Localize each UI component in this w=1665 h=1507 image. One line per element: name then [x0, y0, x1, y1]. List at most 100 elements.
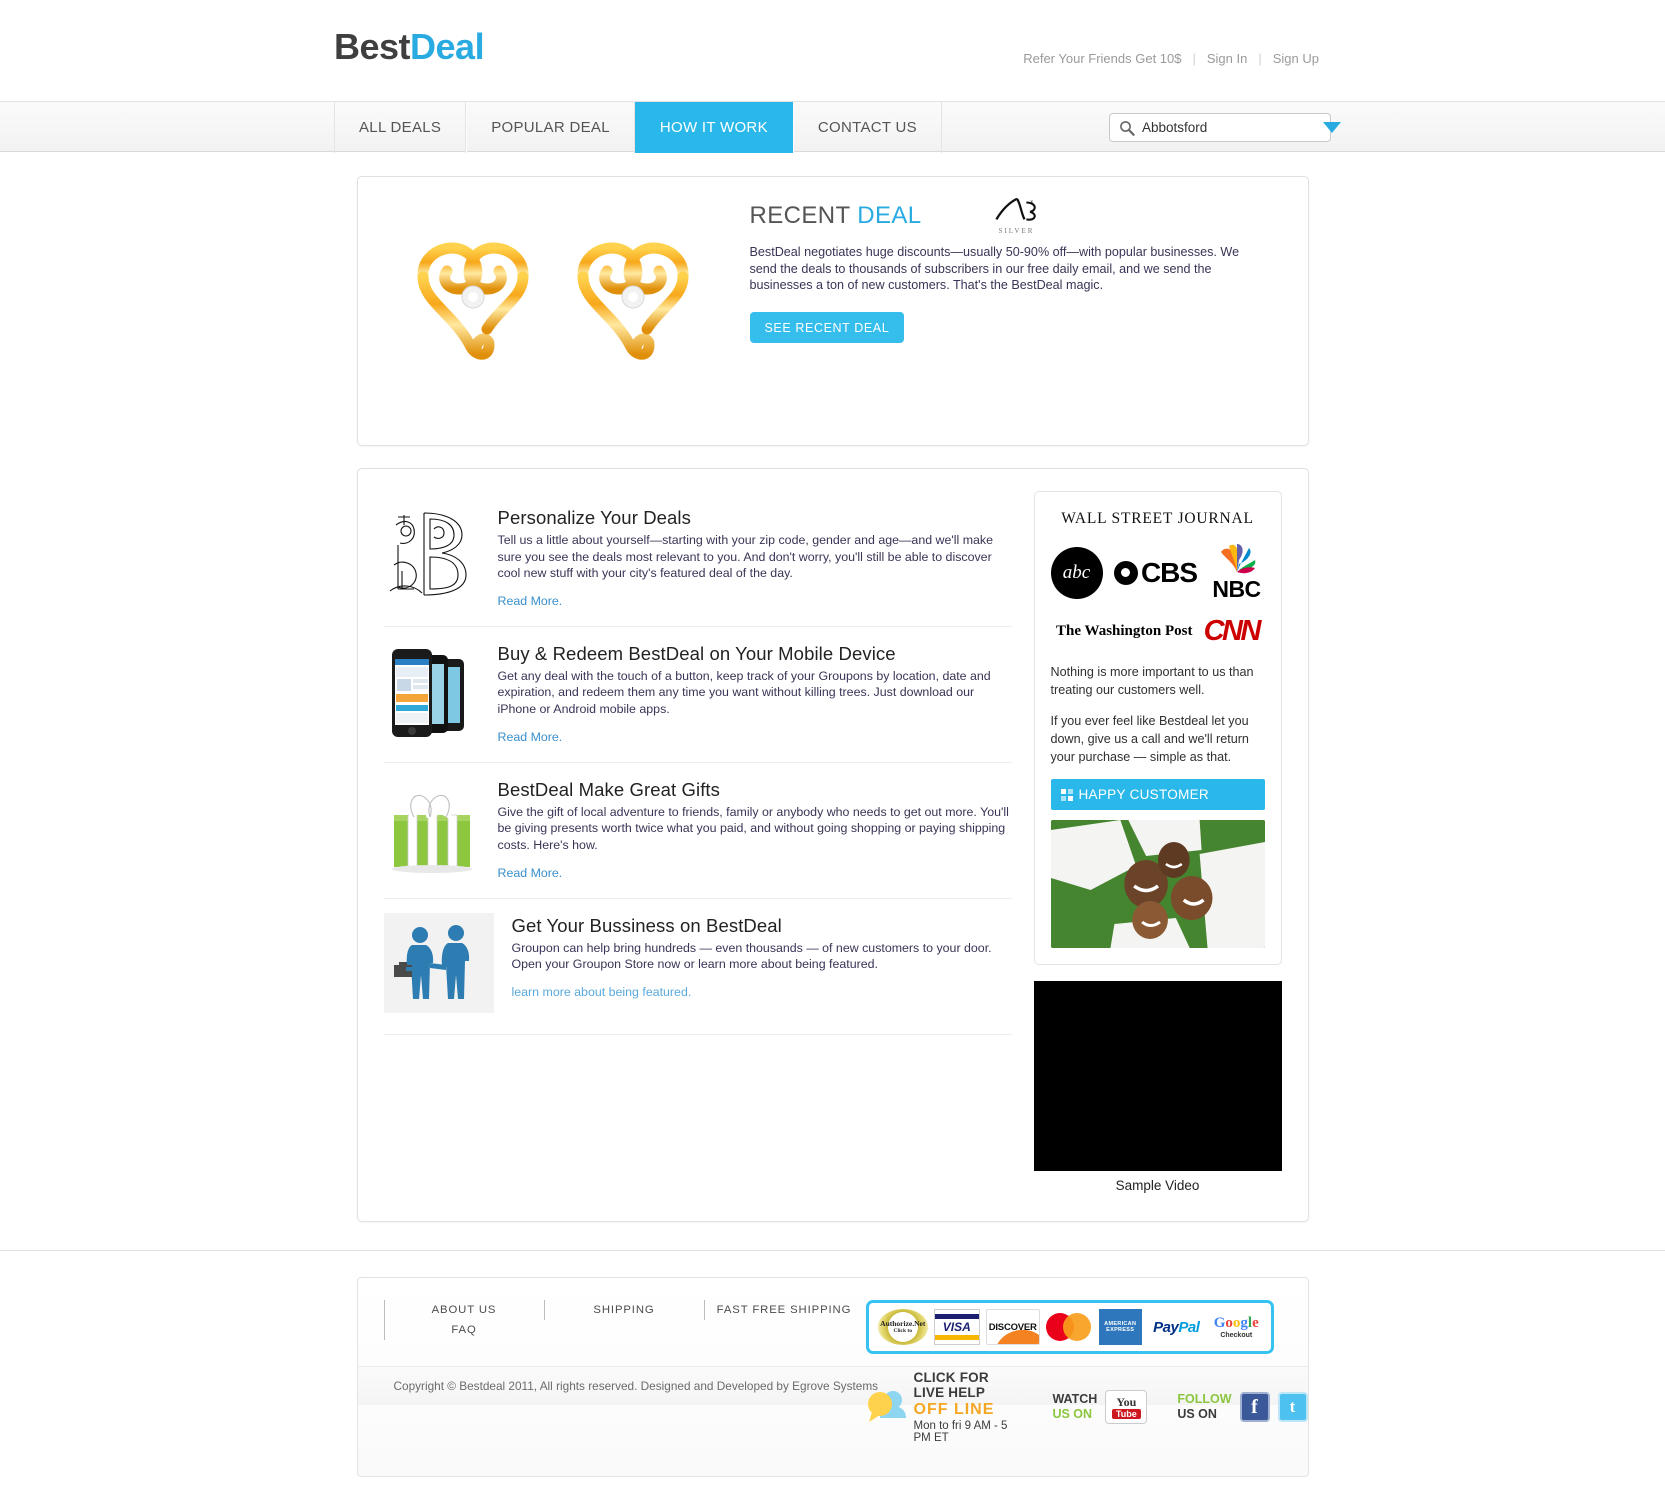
feature-row: BestDeal Make Great Gifts Give the gift … — [383, 763, 1012, 899]
follow-label: FOLLOW US ON — [1177, 1392, 1231, 1422]
sidebar: WALL STREET JOURNAL abc CBS NBC The Wash… — [1033, 491, 1282, 1193]
cbs-eye-icon — [1113, 560, 1138, 585]
see-recent-deal-button[interactable]: SEE RECENT DEAL — [749, 311, 905, 343]
search-input[interactable] — [1135, 120, 1319, 135]
payment-methods: Authorize.Net Click to VISA DISCOVER AME… — [865, 1300, 1274, 1355]
twitter-icon[interactable]: t — [1277, 1392, 1308, 1423]
nbc-logo: NBC — [1209, 542, 1265, 603]
visa-logo-text: VISA — [942, 1320, 971, 1335]
watch-line2: US ON — [1052, 1407, 1093, 1422]
site-logo[interactable]: BestDeal — [334, 26, 485, 68]
feature-title: Buy & Redeem BestDeal on Your Mobile Dev… — [497, 642, 896, 664]
facebook-icon[interactable]: f — [1239, 1392, 1270, 1423]
recent-deal-text-block: RECENT DEAL BestDeal negotiates huge dis… — [749, 202, 1250, 343]
footer-link-fast-free-shipping[interactable]: FAST FREE SHIPPING — [703, 1300, 864, 1321]
follow-line2: US ON — [1177, 1407, 1217, 1422]
google-checkout-logo: Google Checkout — [1211, 1309, 1262, 1345]
features-list: Personalize Your Deals Tell us a little … — [383, 491, 1012, 1193]
recent-deal-body: BestDeal negotiates huge discounts—usual… — [749, 245, 1240, 293]
deal-product-image — [393, 197, 723, 367]
nav-item-all-deals[interactable]: ALL DEALS — [334, 102, 467, 153]
visa-logo: VISA — [934, 1309, 980, 1346]
grid-squares-icon — [1060, 788, 1073, 801]
footer-links: ABOUT US SHIPPING FAST FREE SHIPPING FAQ — [383, 1300, 864, 1341]
watch-line1: WATCH — [1052, 1392, 1098, 1407]
recent-deal-title-highlight: DEAL — [857, 202, 922, 229]
feature-learn-more-link[interactable]: learn more about being featured. — [512, 985, 692, 999]
feature-row: Get Your Bussiness on BestDeal Groupon c… — [383, 899, 1012, 1035]
happy-customer-photo — [1050, 820, 1265, 949]
recent-deal-title: RECENT DEAL — [750, 202, 1250, 230]
watch-us-on-youtube: WATCH US ON You Tube — [1052, 1390, 1148, 1425]
happy-customer-button[interactable]: HAPPY CUSTOMER — [1050, 779, 1265, 811]
cbs-logo-text: CBS — [1140, 556, 1198, 588]
watch-label: WATCH US ON — [1052, 1392, 1097, 1422]
city-search-box[interactable] — [1109, 113, 1341, 142]
feature-description: Get any deal with the touch of a button,… — [497, 668, 991, 717]
amex-logo: AMERICAN EXPRESS — [1098, 1309, 1142, 1346]
feature-read-more-link[interactable]: Read More. — [498, 730, 563, 744]
follow-us-on-social: FOLLOW US ON f t — [1177, 1392, 1308, 1423]
press-and-promise-box: WALL STREET JOURNAL abc CBS NBC The Wash… — [1033, 491, 1282, 966]
press-logos-row-2: The Washington Post CNN — [1051, 615, 1265, 648]
youtube-text-tube: Tube — [1111, 1408, 1141, 1419]
nav-item-contact-us[interactable]: CONTACT US — [792, 102, 942, 153]
feature-text: BestDeal Make Great Gifts Give the gift … — [498, 777, 1012, 882]
abc-logo: abc — [1050, 546, 1103, 599]
logo-deal-text: Deal — [410, 26, 485, 67]
feature-text: Get Your Bussiness on BestDeal Groupon c… — [512, 913, 1012, 1018]
youtube-text-you: You — [1116, 1394, 1137, 1409]
follow-line1: FOLLOW — [1177, 1392, 1232, 1407]
feature-description: Give the gift of local adventure to frie… — [497, 804, 1009, 853]
nav-item-popular-deal[interactable]: POPULAR DEAL — [466, 102, 635, 153]
gift-box-icon — [384, 777, 480, 882]
visa-bar-bottom — [935, 1335, 979, 1341]
feature-row: Buy & Redeem BestDeal on Your Mobile Dev… — [383, 627, 1012, 763]
mastercard-circle-yellow — [1062, 1313, 1091, 1342]
chat-bubble-icon[interactable] — [866, 1388, 910, 1426]
chevron-down-icon[interactable] — [1323, 122, 1341, 133]
sign-up-link[interactable]: Sign Up — [1262, 51, 1330, 66]
youtube-icon[interactable]: You Tube — [1105, 1390, 1148, 1425]
footer-link-faq[interactable]: FAQ — [383, 1320, 544, 1341]
feature-read-more-link[interactable]: Read More. — [498, 594, 563, 608]
footer-link-shipping[interactable]: SHIPPING — [543, 1300, 704, 1321]
nav-item-how-it-work[interactable]: HOW IT WORK — [634, 102, 793, 153]
footer-card: ABOUT US SHIPPING FAST FREE SHIPPING FAQ… — [356, 1277, 1309, 1478]
main-navigation-bar: ALL DEALS POPULAR DEAL HOW IT WORK CONTA… — [0, 101, 1665, 153]
washington-post-logo: The Washington Post — [1056, 623, 1193, 639]
promise-paragraph-1: Nothing is more important to us than tre… — [1050, 665, 1254, 697]
sign-in-link[interactable]: Sign In — [1196, 51, 1258, 66]
google-checkout-sub: Checkout — [1220, 1331, 1253, 1339]
site-header: BestDeal Refer Your Friends Get 10$ | Si… — [0, 0, 1665, 101]
paypal-text-pay: Pay — [1153, 1318, 1179, 1336]
feature-row: Personalize Your Deals Tell us a little … — [383, 491, 1012, 627]
live-help-line1: CLICK FOR LIVE HELP — [913, 1370, 989, 1401]
discover-logo: DISCOVER — [985, 1309, 1040, 1346]
feature-title: Get Your Bussiness on BestDeal — [511, 914, 782, 936]
sample-video-player[interactable] — [1033, 981, 1282, 1172]
press-logos-row-1: abc CBS NBC — [1050, 542, 1265, 603]
live-help-hours: Mon to fri 9 AM - 5 PM ET — [913, 1420, 1008, 1445]
mastercard-logo — [1045, 1309, 1093, 1345]
feature-title: BestDeal Make Great Gifts — [497, 778, 721, 800]
recent-deal-title-plain: RECENT — [749, 202, 851, 229]
promise-paragraph-2: If you ever feel like Bestdeal let you d… — [1050, 713, 1249, 764]
google-wordmark: Google — [1213, 1314, 1259, 1331]
refer-friends-link[interactable]: Refer Your Friends Get 10$ — [1012, 51, 1192, 66]
live-help-status: OFF LINE — [913, 1401, 995, 1419]
wall-street-journal-logo: WALL STREET JOURNAL — [1061, 510, 1254, 527]
logo-best-text: Best — [334, 26, 411, 67]
feature-title: Personalize Your Deals — [497, 507, 691, 528]
authorize-net-line1: Authorize.Net — [880, 1319, 926, 1329]
feature-description: Groupon can help bring hundreds — even t… — [511, 940, 992, 972]
search-icon — [1119, 120, 1135, 136]
feature-read-more-link[interactable]: Read More. — [498, 866, 563, 880]
illuminated-letter-b-icon — [383, 505, 480, 610]
payment-methods-box: Authorize.Net Click to VISA DISCOVER AME… — [865, 1300, 1274, 1355]
cnn-logo: CNN — [1203, 615, 1262, 647]
nbc-peacock-icon — [1220, 544, 1255, 574]
authorize-net-logo: Authorize.Net Click to — [877, 1309, 929, 1346]
nav-items: ALL DEALS POPULAR DEAL HOW IT WORK CONTA… — [334, 102, 942, 153]
footer-link-about-us[interactable]: ABOUT US — [383, 1300, 544, 1321]
